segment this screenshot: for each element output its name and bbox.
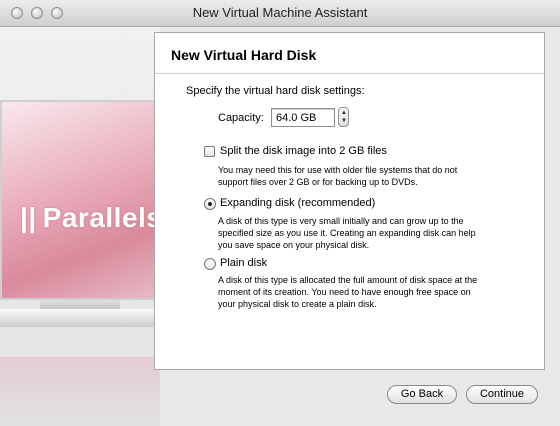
capacity-label: Capacity:	[218, 112, 264, 124]
split-disk-description-2: support files over 2 GB or for backing u…	[218, 177, 418, 187]
continue-button[interactable]: Continue	[466, 385, 538, 404]
monitor-illustration	[0, 100, 160, 300]
expanding-disk-description-3: you save space on your physical disk.	[218, 240, 370, 250]
instructions-text: Specify the virtual hard disk settings:	[186, 85, 365, 97]
go-back-button[interactable]: Go Back	[387, 385, 457, 404]
assistant-window: New Virtual Machine Assistant || Parallel…	[0, 0, 560, 426]
capacity-stepper[interactable]: ▲ ▼	[338, 107, 349, 127]
plain-disk-description-3: your physical disk to create a plain dis…	[218, 299, 377, 309]
plain-disk-description-2: moment of its creation. You need to have…	[218, 287, 471, 297]
page-title: New Virtual Hard Disk	[171, 47, 317, 63]
split-disk-description-1: You may need this for use with older fil…	[218, 165, 458, 175]
settings-panel: New Virtual Hard Disk Specify the virtua…	[154, 32, 545, 370]
parallels-logo-text: Parallels	[42, 202, 160, 233]
plain-disk-radio[interactable]	[204, 258, 216, 270]
parallels-logo: || Parallels	[20, 202, 160, 234]
monitor-base	[0, 309, 160, 327]
split-disk-checkbox[interactable]	[204, 146, 215, 157]
plain-disk-label[interactable]: Plain disk	[220, 257, 267, 269]
monitor-reflection	[0, 357, 160, 426]
expanding-disk-description-2: specified size as you use it. Creating a…	[218, 228, 476, 238]
window-title: New Virtual Machine Assistant	[192, 5, 368, 20]
capacity-input[interactable]: 64.0 GB	[271, 108, 335, 127]
expanding-disk-radio[interactable]	[204, 198, 216, 210]
stepper-down-icon[interactable]: ▼	[341, 118, 347, 124]
heading-divider	[155, 73, 544, 74]
title-bar[interactable]: New Virtual Machine Assistant	[0, 0, 560, 27]
sidebar-artwork: || Parallels	[0, 27, 160, 426]
expanding-disk-description-1: A disk of this type is very small initia…	[218, 216, 464, 226]
split-disk-label[interactable]: Split the disk image into 2 GB files	[220, 145, 387, 157]
stepper-up-icon[interactable]: ▲	[341, 110, 347, 116]
plain-disk-description-1: A disk of this type is allocated the ful…	[218, 275, 478, 285]
parallels-logo-mark-icon: ||	[20, 202, 37, 233]
expanding-disk-label[interactable]: Expanding disk (recommended)	[220, 197, 375, 209]
